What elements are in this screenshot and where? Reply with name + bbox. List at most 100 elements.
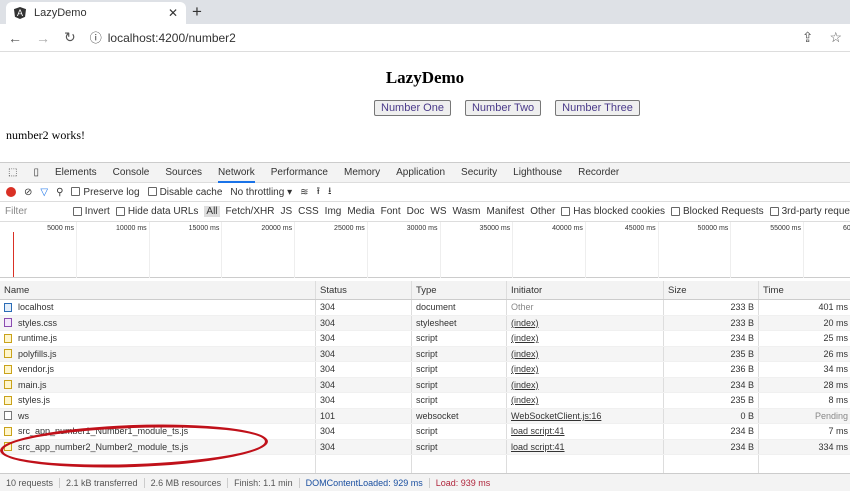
tab-network[interactable]: Network	[218, 163, 255, 183]
tab-recorder[interactable]: Recorder	[578, 163, 619, 183]
table-row[interactable]: src_app_number2_Number2_module_ts.js 304…	[0, 439, 850, 455]
tab-security[interactable]: Security	[461, 163, 497, 183]
table-row[interactable]: polyfills.js 304 script (index) 235 B 26…	[0, 346, 850, 362]
network-conditions-icon[interactable]: ≋	[300, 187, 308, 198]
tab-application[interactable]: Application	[396, 163, 445, 183]
invert-label: Invert	[84, 206, 110, 217]
cell-initiator[interactable]: (index)	[507, 393, 664, 408]
tab-elements[interactable]: Elements	[55, 163, 97, 183]
type-filter-font[interactable]: Font	[381, 206, 401, 217]
forward-icon[interactable]: →	[36, 30, 50, 46]
table-row[interactable]: vendor.js 304 script (index) 236 B 34 ms	[0, 362, 850, 378]
initiator-link[interactable]: load script:41	[511, 426, 565, 436]
column-size[interactable]: Size	[664, 281, 759, 299]
request-name: vendor.js	[18, 364, 55, 375]
third-party-checkbox[interactable]: 3rd-party reque	[769, 206, 850, 217]
number-one-button[interactable]: Number One	[374, 100, 451, 116]
inspect-element-icon[interactable]: ⬚	[8, 163, 17, 183]
tab-console[interactable]: Console	[113, 163, 150, 183]
type-filter-doc[interactable]: Doc	[407, 206, 425, 217]
ws-file-icon	[4, 411, 12, 421]
cell-name: polyfills.js	[0, 346, 316, 361]
number-three-button[interactable]: Number Three	[555, 100, 640, 116]
initiator-link[interactable]: (index)	[511, 318, 539, 328]
initiator-link[interactable]: (index)	[511, 349, 539, 359]
type-filter-css[interactable]: CSS	[298, 206, 319, 217]
invert-checkbox[interactable]: Invert	[72, 206, 110, 217]
column-status[interactable]: Status	[316, 281, 412, 299]
type-filter-img[interactable]: Img	[325, 206, 342, 217]
table-row[interactable]: src_app_number1_Number1_module_ts.js 304…	[0, 424, 850, 440]
cell-size: 234 B	[664, 377, 759, 392]
cell-type: script	[412, 424, 507, 439]
close-tab-icon[interactable]: ✕	[168, 6, 178, 20]
initiator-link[interactable]: WebSocketClient.js:16	[511, 411, 601, 421]
table-row[interactable]: styles.css 304 stylesheet (index) 233 B …	[0, 315, 850, 331]
cell-initiator[interactable]: (index)	[507, 331, 664, 346]
cell-initiator[interactable]: load script:41	[507, 439, 664, 454]
cell-time: 34 ms	[823, 364, 848, 375]
cell-initiator[interactable]: (index)	[507, 346, 664, 361]
info-icon[interactable]: ⓘ	[90, 29, 102, 46]
type-filter-js[interactable]: JS	[280, 206, 292, 217]
number-two-button[interactable]: Number Two	[464, 100, 542, 116]
cell-initiator[interactable]: (index)	[507, 362, 664, 377]
initiator-link[interactable]: (index)	[511, 380, 539, 390]
tab-memory[interactable]: Memory	[344, 163, 380, 183]
type-filter-fetch-xhr[interactable]: Fetch/XHR	[226, 206, 275, 217]
table-row[interactable]: styles.js 304 script (index) 235 B 8 ms	[0, 393, 850, 409]
initiator-link[interactable]: (index)	[511, 333, 539, 343]
type-filter-wasm[interactable]: Wasm	[453, 206, 481, 217]
cell-initiator[interactable]: (index)	[507, 315, 664, 330]
table-row[interactable]: ws 101 websocket WebSocketClient.js:16 0…	[0, 408, 850, 424]
network-overview-timeline[interactable]: 5000 ms 10000 ms 15000 ms 20000 ms 25000 ms 3…	[0, 222, 850, 278]
initiator-link[interactable]: (index)	[511, 364, 539, 374]
filter-icon[interactable]: ▽	[40, 187, 48, 198]
type-filter-other[interactable]: Other	[530, 206, 555, 217]
table-row[interactable]: runtime.js 304 script (index) 234 B 25 m…	[0, 331, 850, 347]
address-input[interactable]: ⓘ localhost:4200/number2	[90, 29, 236, 46]
column-type[interactable]: Type	[412, 281, 507, 299]
import-har-icon[interactable]: ⭱	[317, 184, 321, 201]
cell-initiator[interactable]: load script:41	[507, 424, 664, 439]
preserve-log-checkbox[interactable]: Preserve log	[71, 187, 140, 198]
cell-initiator: Other	[507, 300, 664, 315]
request-name: runtime.js	[18, 333, 58, 344]
tab-performance[interactable]: Performance	[271, 163, 328, 183]
blocked-requests-checkbox[interactable]: Blocked Requests	[671, 206, 764, 217]
initiator-link[interactable]: (index)	[511, 395, 539, 405]
type-filter-manifest[interactable]: Manifest	[486, 206, 524, 217]
column-name[interactable]: Name	[0, 281, 316, 299]
timeline-tick: 5000 ms	[47, 222, 77, 278]
search-icon[interactable]: ⚲	[56, 187, 63, 198]
cell-initiator[interactable]: WebSocketClient.js:16	[507, 408, 664, 423]
bookmark-star-icon[interactable]: ☆	[829, 29, 842, 46]
browser-tab[interactable]: A LazyDemo ✕	[6, 2, 186, 24]
tab-lighthouse[interactable]: Lighthouse	[513, 163, 562, 183]
record-icon[interactable]	[6, 187, 16, 197]
type-filter-media[interactable]: Media	[347, 206, 374, 217]
type-filter-ws[interactable]: WS	[430, 206, 446, 217]
type-filter-all[interactable]: All	[204, 206, 220, 217]
has-blocked-cookies-checkbox[interactable]: Has blocked cookies	[561, 206, 665, 217]
disable-cache-checkbox[interactable]: Disable cache	[147, 187, 222, 198]
share-icon[interactable]: ⇪	[802, 29, 814, 46]
throttling-select[interactable]: No throttling ▾	[230, 187, 292, 198]
filter-input[interactable]: Filter	[5, 206, 67, 217]
cell-initiator[interactable]: (index)	[507, 377, 664, 392]
export-har-icon[interactable]: ⭳	[328, 184, 332, 201]
new-tab-button[interactable]: +	[192, 2, 202, 22]
cell-type: script	[412, 362, 507, 377]
device-toolbar-icon[interactable]: ▯	[33, 163, 39, 183]
table-row[interactable]: main.js 304 script (index) 234 B 28 ms	[0, 377, 850, 393]
tab-sources[interactable]: Sources	[165, 163, 202, 183]
reload-icon[interactable]: ↻	[64, 29, 76, 46]
column-time[interactable]: Time	[759, 281, 850, 299]
clear-icon[interactable]: ⊘	[24, 187, 32, 198]
table-row[interactable]: localhost 304 document Other 233 B 401 m…	[0, 300, 850, 316]
back-icon[interactable]: ←	[8, 30, 22, 46]
cell-size: 234 B	[664, 424, 759, 439]
initiator-link[interactable]: load script:41	[511, 442, 565, 452]
hide-data-urls-checkbox[interactable]: Hide data URLs	[115, 206, 198, 217]
column-initiator[interactable]: Initiator	[507, 281, 664, 299]
